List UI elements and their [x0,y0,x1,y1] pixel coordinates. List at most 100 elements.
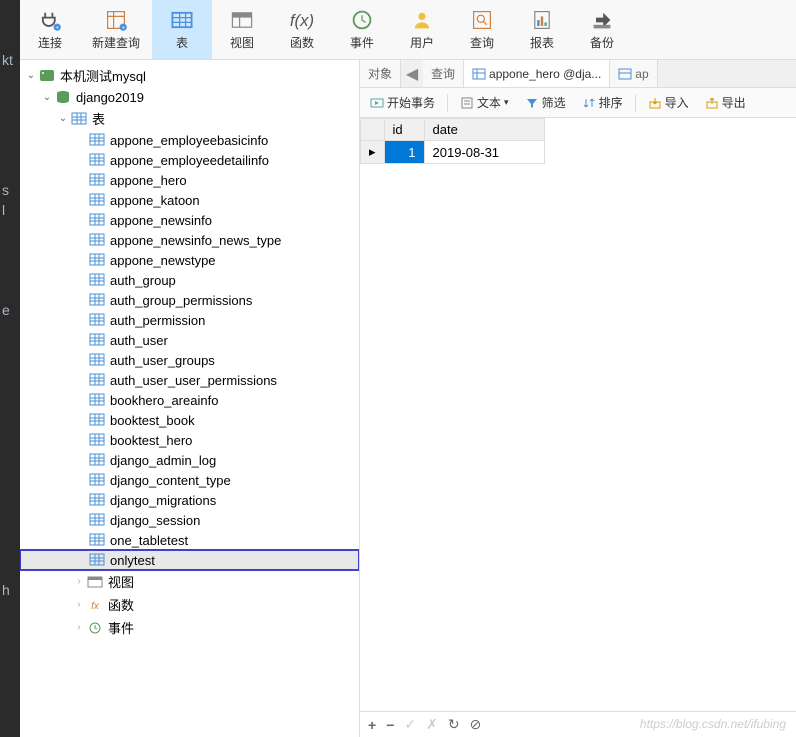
tree-table-auth_user[interactable]: auth_user [20,330,359,350]
tree-table-django_session[interactable]: django_session [20,510,359,530]
tree-table-booktest_book[interactable]: booktest_book [20,410,359,430]
toolbar-view[interactable]: 视图 [212,0,272,59]
filter-button[interactable]: 筛选 [521,92,570,113]
svg-text:f(x): f(x) [290,11,314,30]
table-icon [89,273,105,287]
backup-icon [590,8,614,32]
cancel-button[interactable]: ✗ [426,716,438,733]
toolbar-event[interactable]: 事件 [332,0,392,59]
export-button[interactable]: 导出 [701,92,750,113]
tree-table-appone_newstype[interactable]: appone_newstype [20,250,359,270]
text-button[interactable]: 文本▾ [456,92,513,113]
tree-table-django_migrations[interactable]: django_migrations [20,490,359,510]
tree-table-onlytest[interactable]: onlytest [20,550,359,570]
toolbar-connect[interactable]: +连接 [20,0,80,59]
tree-table-django_content_type[interactable]: django_content_type [20,470,359,490]
row-marker-header [361,119,385,141]
clock-s-icon [86,620,104,636]
table-icon [89,133,105,147]
tree-table-appone_employeedetailinfo[interactable]: appone_employeedetailinfo [20,150,359,170]
tree-table-appone_newsinfo_news_type[interactable]: appone_newsinfo_news_type [20,230,359,250]
col-date[interactable]: date [424,119,544,141]
tab-active[interactable]: appone_hero @dja... [464,60,610,87]
filter-icon [525,96,539,110]
add-row-button[interactable]: + [368,717,376,733]
table-icon [89,393,105,407]
sort-button[interactable]: 排序 [578,92,627,113]
tree-clock-s[interactable]: ›事件 [20,616,359,639]
refresh-button[interactable]: ↻ [448,716,460,733]
toolbar-new-query[interactable]: +新建查询 [80,0,152,59]
data-grid[interactable]: iddate▸12019-08-31 [360,118,796,711]
table-icon [89,513,105,527]
tree-table-auth_group[interactable]: auth_group [20,270,359,290]
query-icon: + [104,8,128,32]
tree-table-auth_permission[interactable]: auth_permission [20,310,359,330]
row-marker[interactable]: ▸ [361,141,385,164]
export-icon [705,96,719,110]
tree-table-auth_user_groups[interactable]: auth_user_groups [20,350,359,370]
svg-text:+: + [55,26,59,32]
clock-icon [350,8,374,32]
tree-fx-s[interactable]: ›fx函数 [20,593,359,616]
tree-database[interactable]: ⌄django2019 [20,87,359,107]
table-icon [89,353,105,367]
table-icon [618,67,632,81]
server-icon [38,68,56,84]
table-icon [89,373,105,387]
view-icon [230,8,254,32]
action-bar: 开始事务 文本▾ 筛选 排序 导入 导出 [360,88,796,118]
tree-table-appone_employeebasicinfo[interactable]: appone_employeebasicinfo [20,130,359,150]
search-icon [470,8,494,32]
tree-table-appone_katoon[interactable]: appone_katoon [20,190,359,210]
tree-table-appone_newsinfo[interactable]: appone_newsinfo [20,210,359,230]
tab-object[interactable]: 对象 [360,60,401,87]
sort-icon [582,96,596,110]
toolbar-table[interactable]: 表 [152,0,212,59]
cell-id[interactable]: 1 [384,141,424,164]
editor-gutter: ktsl eh [0,0,20,737]
cell-date[interactable]: 2019-08-31 [424,141,544,164]
tree-connection[interactable]: ⌄本机测试mysql [20,64,359,87]
table-icon [89,233,105,247]
delete-row-button[interactable]: − [386,717,394,733]
tree-table-bookhero_areainfo[interactable]: bookhero_areainfo [20,390,359,410]
tab-search[interactable]: 查询 [423,60,464,87]
fx-s-icon: fx [86,597,104,613]
toolbar-backup[interactable]: 备份 [572,0,632,59]
tree-table-auth_group_permissions[interactable]: auth_group_permissions [20,290,359,310]
apply-button[interactable]: ✓ [404,716,416,733]
tree-table-one_tabletest[interactable]: one_tabletest [20,530,359,550]
watermark: https://blog.csdn.net/ifubing [640,717,786,731]
begin-tx-button[interactable]: 开始事务 [366,92,439,113]
main-toolbar: +连接+新建查询表视图f(x)函数事件用户查询报表备份 [20,0,796,60]
stop-button[interactable]: ⊘ [470,716,482,733]
tab-prev[interactable]: ◀ [401,64,423,84]
col-id[interactable]: id [384,119,424,141]
toolbar-function[interactable]: f(x)函数 [272,0,332,59]
tree-tables-folder[interactable]: ⌄表 [20,107,359,130]
svg-text:fx: fx [91,601,100,612]
database-icon [54,89,72,105]
toolbar-user[interactable]: 用户 [392,0,452,59]
table-icon [89,213,105,227]
tab-next[interactable]: ap [610,60,657,87]
toolbar-report[interactable]: 报表 [512,0,572,59]
user-icon [410,8,434,32]
table-icon [89,433,105,447]
table-icon [89,253,105,267]
import-button[interactable]: 导入 [644,92,693,113]
tree-view-s[interactable]: ›视图 [20,570,359,593]
table-icon [89,533,105,547]
tree-table-auth_user_user_permissions[interactable]: auth_user_user_permissions [20,370,359,390]
tree-table-appone_hero[interactable]: appone_hero [20,170,359,190]
table-icon [89,193,105,207]
table-icon [89,313,105,327]
table-icon [89,553,105,567]
tree-table-django_admin_log[interactable]: django_admin_log [20,450,359,470]
toolbar-query2[interactable]: 查询 [452,0,512,59]
table-row[interactable]: ▸12019-08-31 [361,141,545,164]
report-icon [530,8,554,32]
import-icon [648,96,662,110]
tree-table-booktest_hero[interactable]: booktest_hero [20,430,359,450]
